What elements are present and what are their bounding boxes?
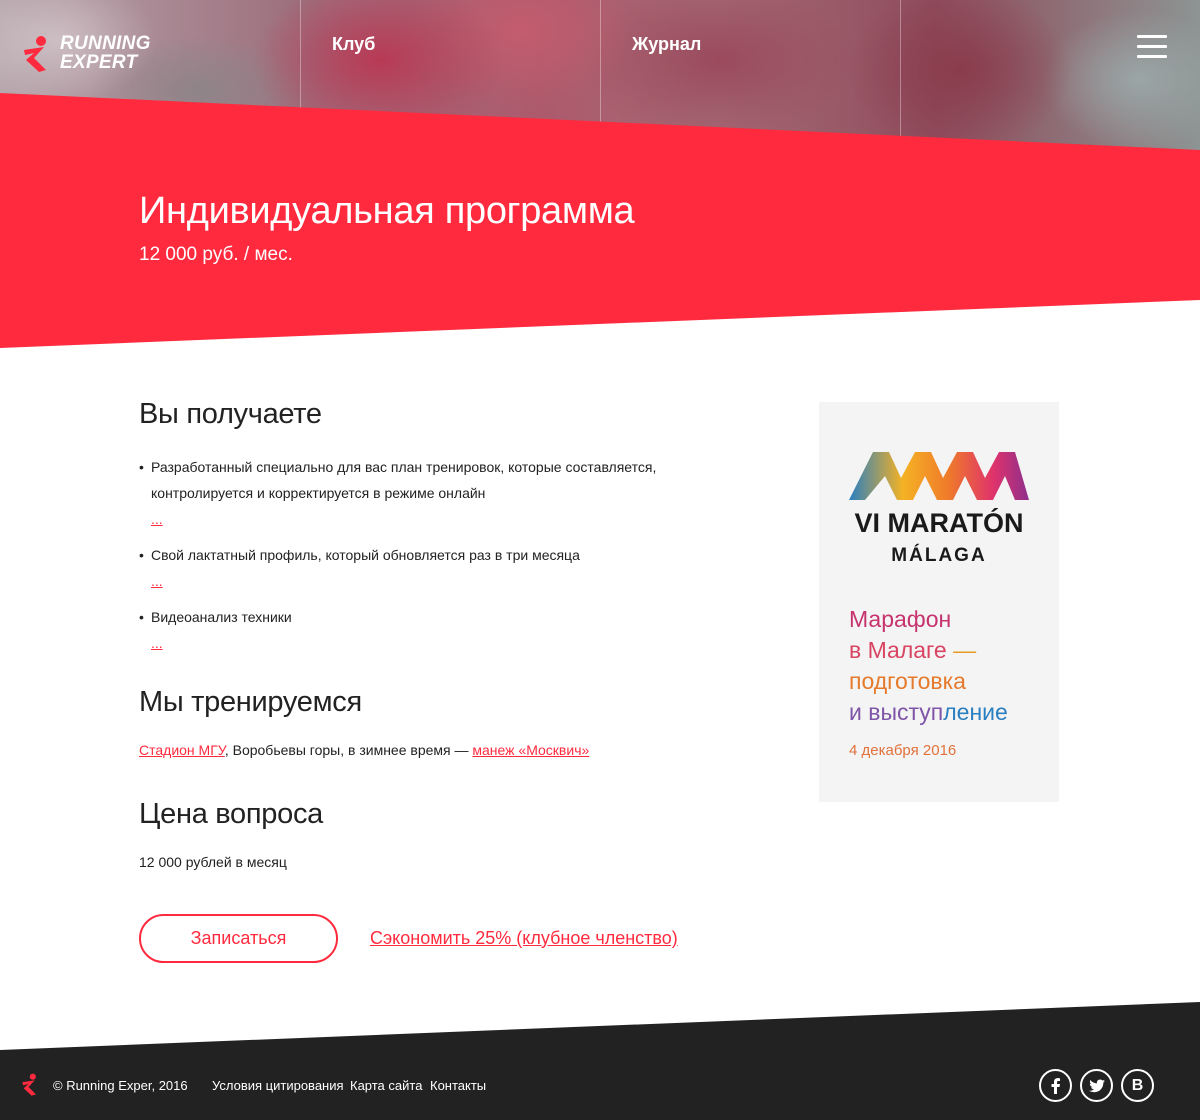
list-item: Свой лактатный профиль, который обновляе…: [139, 542, 699, 594]
club-membership-link[interactable]: Сэкономить 25% (клубное членство): [370, 928, 678, 949]
vk-icon[interactable]: В: [1121, 1069, 1154, 1102]
benefit-text: Свой лактатный профиль, который обновляе…: [151, 547, 580, 563]
list-item: Видеоанализ техники ...: [139, 604, 699, 656]
logo-text: Running Expert: [60, 34, 151, 72]
ad-headline-line2: в Малаге —: [849, 635, 1008, 666]
benefit-more-link[interactable]: ...: [151, 630, 699, 656]
marathon-logo-icon: [849, 452, 1029, 500]
price-text: 12 000 рублей в месяц: [139, 854, 287, 870]
footer-link-citation[interactable]: Условия цитирования: [212, 1078, 344, 1093]
ad-headline-line4: и выступление: [849, 697, 1008, 728]
footer-link-sitemap[interactable]: Карта сайта: [350, 1078, 422, 1093]
list-item: Разработанный специально для вас план тр…: [139, 454, 699, 532]
site-logo[interactable]: Running Expert: [20, 34, 151, 72]
footer-background: [0, 1002, 1200, 1120]
training-location: Стадион МГУ, Воробьевы горы, в зимнее вр…: [139, 742, 589, 758]
training-location-text: , Воробьевы горы, в зимнее время —: [224, 742, 473, 758]
ad-headline-dash: —: [953, 637, 977, 663]
hero-price: 12 000 руб. / мес.: [139, 244, 293, 265]
benefit-more-link[interactable]: ...: [151, 506, 699, 532]
runner-logo-icon: [24, 36, 46, 72]
ad-headline-line1: Марафон: [849, 606, 952, 632]
ad-brand-line1: VI MARATÓN: [854, 508, 1024, 538]
nav-link-club[interactable]: Клуб: [332, 34, 375, 55]
page-title: Индивидуальная программа: [139, 190, 635, 232]
ad-headline-line2-text: в Малаге: [849, 637, 954, 663]
benefit-text: Видеоанализ техники: [151, 609, 292, 625]
benefit-text: Разработанный специально для вас план тр…: [151, 459, 657, 501]
benefits-list: Разработанный специально для вас план тр…: [139, 454, 699, 656]
logo-text-line1: Running: [60, 33, 151, 54]
ad-headline-line4-end: ление: [943, 699, 1008, 725]
footer-logo-icon[interactable]: [20, 1072, 42, 1096]
nav-link-journal[interactable]: Журнал: [632, 34, 701, 55]
signup-button[interactable]: Записаться: [139, 914, 338, 963]
training-title: Мы тренируемся: [139, 686, 362, 718]
hero-red-band: [0, 93, 1200, 348]
benefits-title: Вы получаете: [139, 398, 322, 430]
ad-brand-line2: MÁLAGA: [891, 545, 987, 566]
facebook-icon[interactable]: [1039, 1069, 1072, 1102]
price-title: Цена вопроса: [139, 798, 323, 830]
stadium-link[interactable]: Стадион МГУ: [139, 742, 225, 758]
arena-link[interactable]: манеж «Москвич»: [472, 742, 589, 758]
ad-headline-line4-text: и выступ: [849, 699, 944, 725]
footer-link-contacts[interactable]: Контакты: [430, 1078, 486, 1093]
burger-menu-icon[interactable]: [1137, 35, 1167, 59]
benefit-more-link[interactable]: ...: [151, 568, 699, 594]
ad-date: 4 декабря 2016: [849, 742, 957, 759]
logo-text-line2: Expert: [60, 52, 138, 73]
footer-copyright: © Running Exper, 2016: [53, 1078, 188, 1093]
twitter-icon[interactable]: [1080, 1069, 1113, 1102]
marathon-ad-banner[interactable]: VI MARATÓN MÁLAGA Марафон в Малаге — под…: [819, 402, 1059, 802]
ad-headline-line3: подготовка: [849, 668, 966, 694]
ad-headline: Марафон в Малаге — подготовка и выступле…: [849, 604, 1008, 728]
